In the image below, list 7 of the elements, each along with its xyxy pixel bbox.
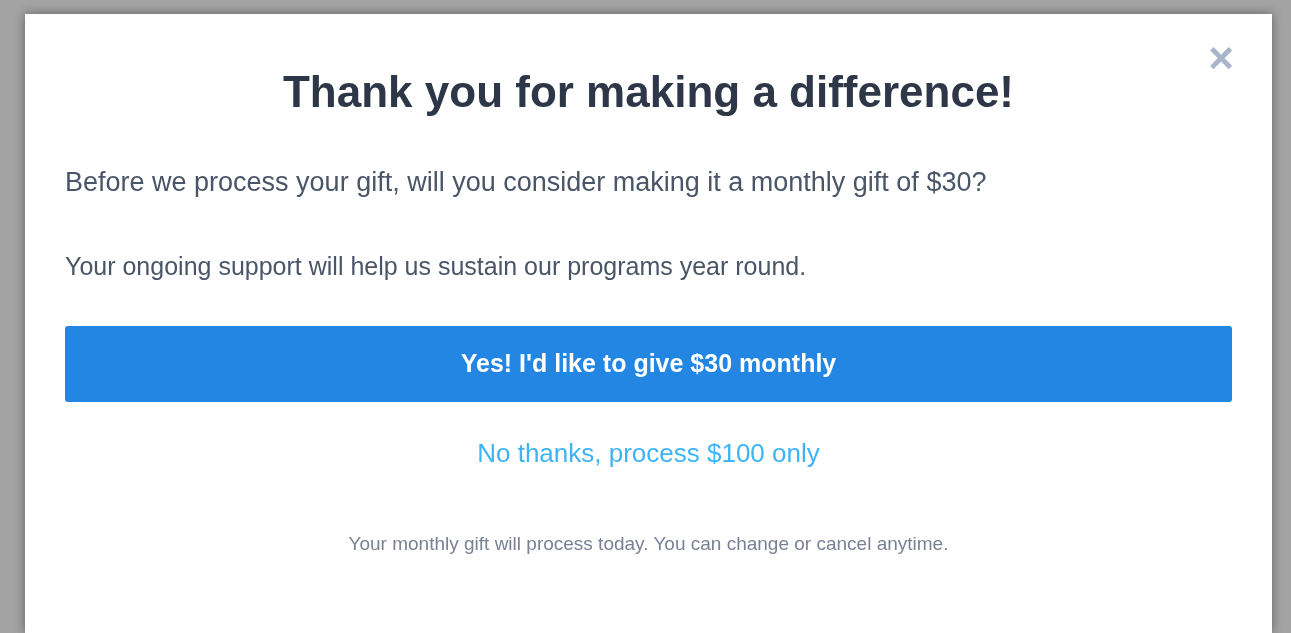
decline-link[interactable]: No thanks, process $100 only	[477, 438, 820, 468]
close-button[interactable]: ×	[1208, 36, 1234, 80]
message-text: Before we process your gift, will you consider making it a monthly gift of $30?	[65, 166, 988, 199]
footer-text: Your monthly gift will process today. You can change or cancel anytime.	[348, 533, 949, 554]
accept-button[interactable]: Yes! I'd like to give $30 monthly	[65, 326, 1232, 402]
dialog-title: Thank you for making a difference!	[283, 66, 1014, 118]
note-text: Your ongoing support will help us sustain our programs year round.	[65, 251, 808, 282]
